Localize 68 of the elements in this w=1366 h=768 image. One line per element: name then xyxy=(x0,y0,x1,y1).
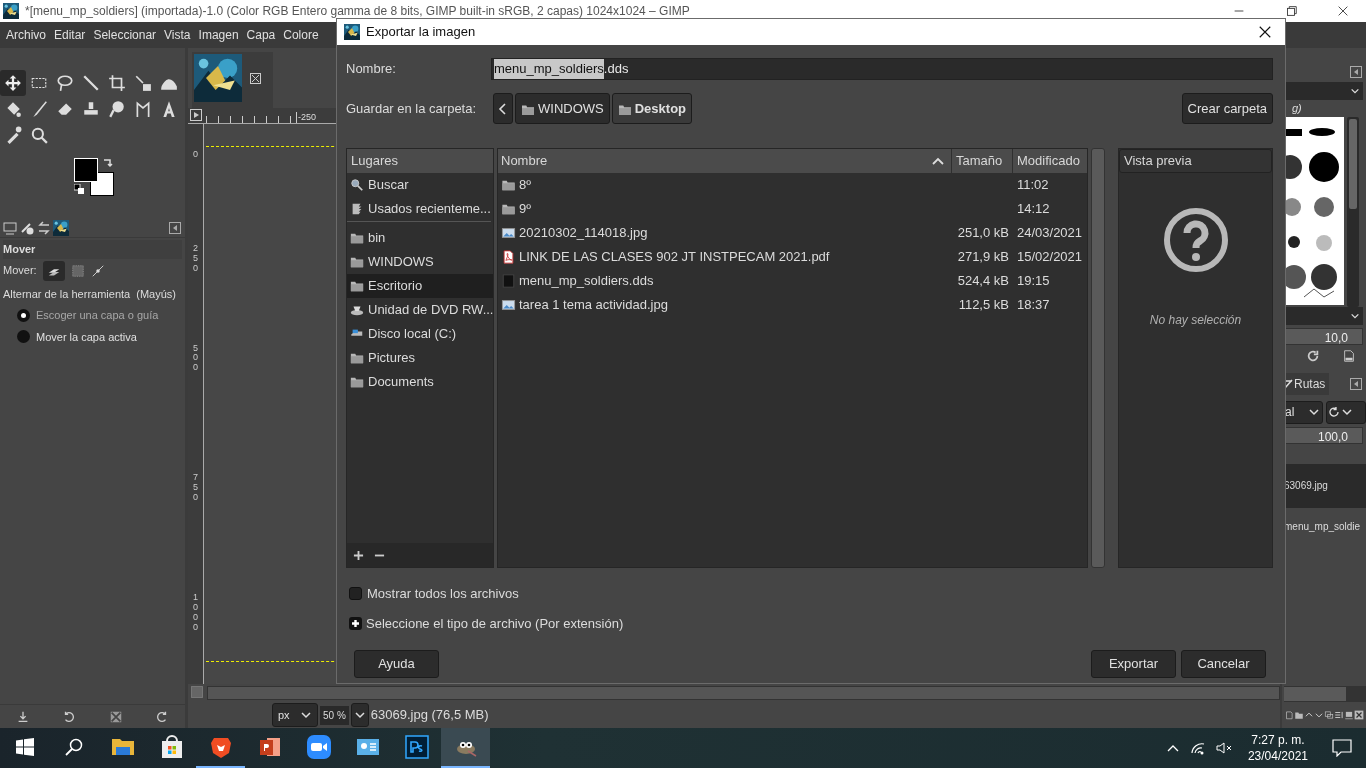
file-name[interactable]: 20210302_114018.jpg xyxy=(519,223,648,243)
file-name[interactable]: 9º xyxy=(519,199,531,219)
place-item[interactable]: Documents xyxy=(347,370,493,394)
menu-item[interactable]: Capa xyxy=(242,26,280,44)
place-item[interactable]: Escritorio xyxy=(347,274,493,298)
window-title: *[menu_mp_soldiers] (importada)-1.0 (Color RGB Entero gamma de 8 bits, GIMP built-in sRGB, 2 capas) 1024x1024 – GIMP xyxy=(25,3,691,20)
column-header[interactable]: Tamaño xyxy=(952,149,1012,173)
place-item[interactable]: Disco local (C:) xyxy=(347,322,493,346)
checkbox-label[interactable]: Mostrar todos los archivos xyxy=(367,584,519,604)
place-item[interactable]: bin xyxy=(347,226,493,250)
file-date: 24/03/2021 xyxy=(1017,225,1083,241)
file-name[interactable]: LINK DE LAS CLASES 902 JT INSTPECAM 2021.pdf xyxy=(519,247,830,267)
menu-item[interactable]: Archivo xyxy=(2,26,50,44)
zoom-field[interactable]: 50 % xyxy=(320,705,349,725)
path-button[interactable]: WINDOWS xyxy=(515,93,610,124)
layer-row[interactable]: menu_mp_soldie xyxy=(1282,507,1366,546)
ruler-label: -250 xyxy=(296,112,316,123)
status-text: 63069.jpg (76,5 MB) xyxy=(370,706,489,725)
file-date: 15/02/2021 xyxy=(1017,249,1083,265)
file-date: 19:15 xyxy=(1017,273,1050,289)
unit-dropdown[interactable]: px xyxy=(272,703,318,727)
file-name[interactable]: tarea 1 tema actividad.jpg xyxy=(519,295,668,315)
menu-item[interactable]: Imagen xyxy=(194,26,243,44)
name-label: Nombre: xyxy=(346,60,397,79)
file-date: 18:37 xyxy=(1017,297,1050,313)
folder-label: Guardar en la carpeta: xyxy=(346,99,478,118)
create-folder-button[interactable]: Crear carpeta xyxy=(1181,93,1273,124)
file-date: 14:12 xyxy=(1017,201,1050,217)
place-item[interactable]: WINDOWS xyxy=(347,250,493,274)
place-item[interactable]: Unidad de DVD RW... xyxy=(347,298,493,322)
clock[interactable]: 7:27 p. m. 23/04/2021 xyxy=(1241,732,1314,764)
menu-item[interactable]: Editar xyxy=(50,26,90,44)
dialog-button[interactable]: Cancelar xyxy=(1181,650,1266,678)
tool-options-title: Mover xyxy=(3,240,182,259)
mover-label: Mover: xyxy=(3,263,37,279)
column-header[interactable]: Modificado xyxy=(1013,149,1087,173)
toggle-label: Alternar de la herramienta (Mayús) xyxy=(3,286,177,302)
column-header[interactable]: Lugares xyxy=(347,149,493,173)
option-label[interactable]: Escoger una capa o guía xyxy=(36,307,159,324)
spacing-field[interactable]: 10,0 xyxy=(1285,327,1363,345)
menu-item[interactable]: Colore xyxy=(279,26,323,44)
option-label[interactable]: Mover la capa activa xyxy=(36,328,137,345)
menu-item[interactable]: Vista xyxy=(160,26,195,44)
ruler-label: 500 xyxy=(193,343,198,374)
ruler-label: 250 xyxy=(193,243,198,274)
file-size: 271,9 kB xyxy=(957,249,1009,265)
path-button[interactable]: Desktop xyxy=(611,93,692,124)
file-name[interactable]: menu_mp_soldiers.dds xyxy=(519,271,654,291)
file-name[interactable]: 8º xyxy=(519,175,531,195)
place-item[interactable]: Buscar xyxy=(347,173,493,197)
empty-preview-text: No hay selección xyxy=(1149,312,1242,329)
file-date: 11:02 xyxy=(1017,177,1049,193)
preview-header: Vista previa xyxy=(1119,149,1272,173)
ruler-label: 0 xyxy=(193,150,198,160)
dialog-button[interactable]: Exportar xyxy=(1091,650,1176,678)
file-size: 251,0 kB xyxy=(957,225,1009,241)
column-header[interactable]: Nombre xyxy=(498,149,951,173)
ruler-label: 750 xyxy=(193,473,198,503)
menu-item[interactable]: Seleccionar xyxy=(89,26,161,44)
place-item[interactable]: Pictures xyxy=(347,346,493,370)
expander-label[interactable]: Seleccione el tipo de archivo (Por extensión) xyxy=(366,613,624,633)
place-item[interactable]: Usados recienteme... xyxy=(347,197,493,221)
file-size: 524,4 kB xyxy=(957,273,1009,289)
brush-name: g) xyxy=(1291,101,1303,116)
dialog-title: Exportar la imagen xyxy=(366,23,477,42)
file-size: 112,5 kB xyxy=(958,297,1009,313)
help-button[interactable]: Ayuda xyxy=(354,650,439,678)
ruler-label: 1000 xyxy=(193,592,198,633)
